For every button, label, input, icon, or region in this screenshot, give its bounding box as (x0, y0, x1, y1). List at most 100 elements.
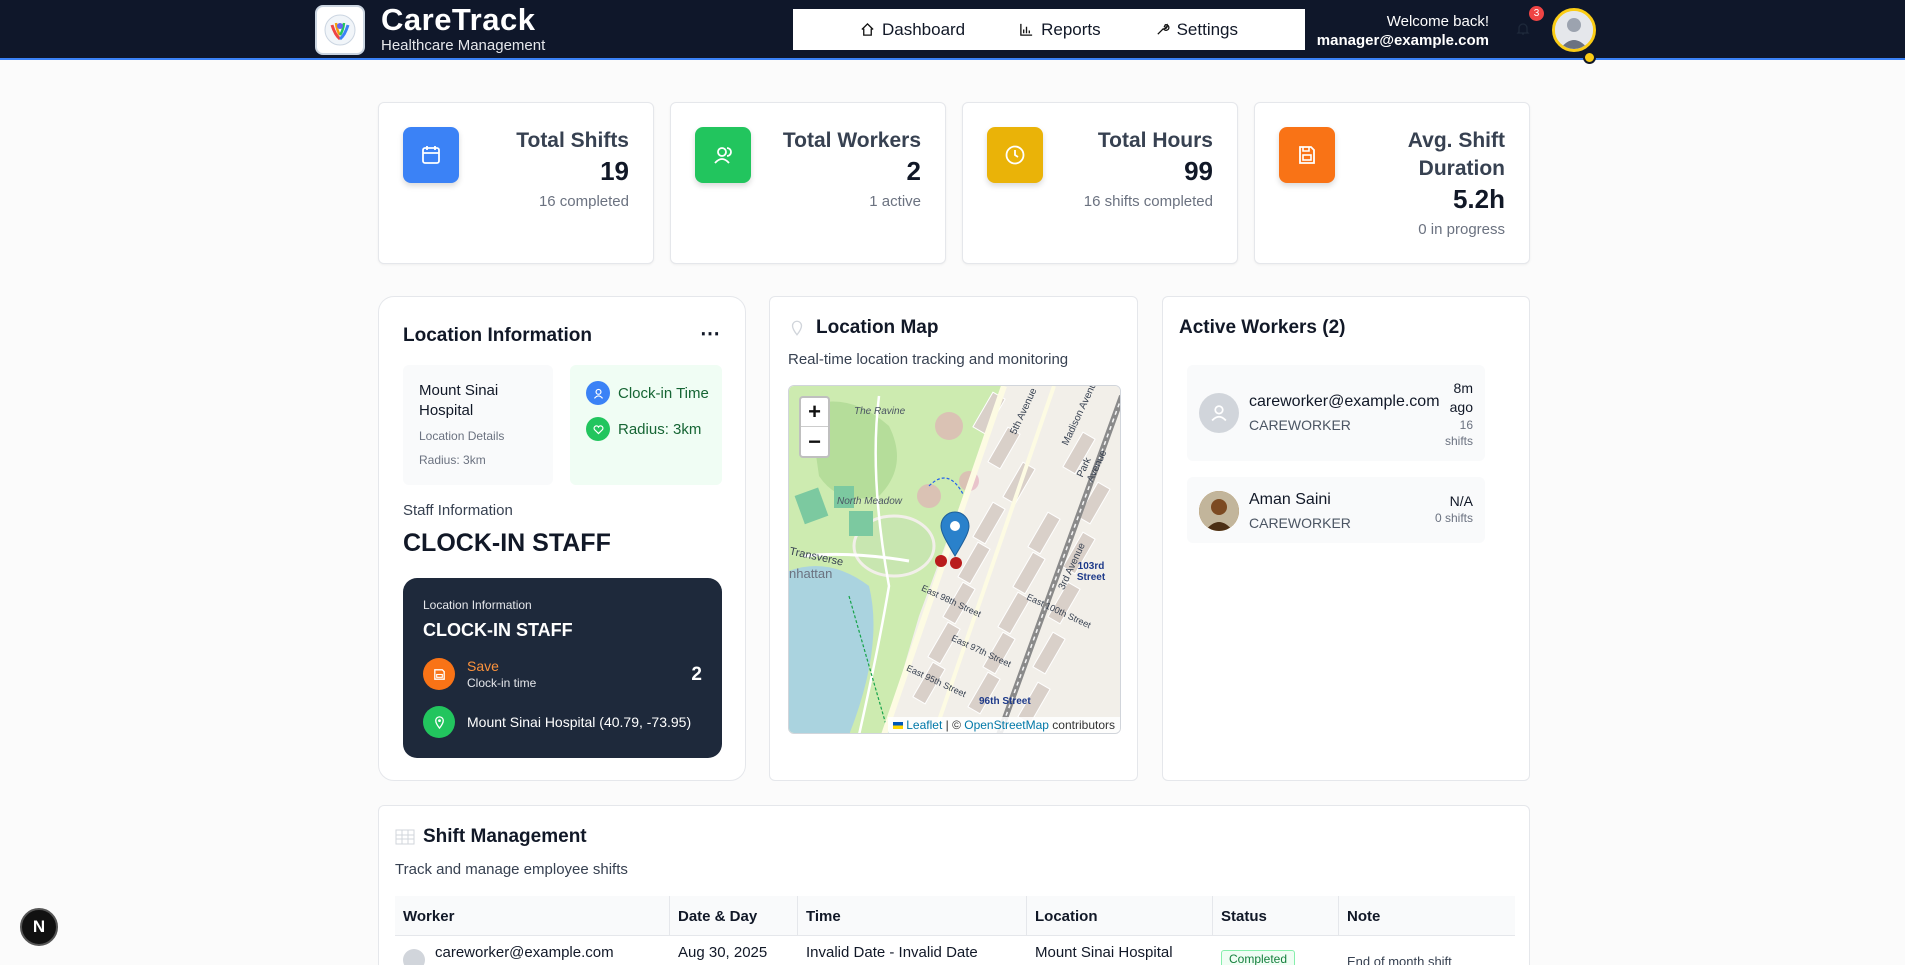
attrib-tail: contributors (1048, 718, 1115, 732)
clock-in-time-label: Clock-in Time (618, 384, 709, 402)
clock-in-tile: Clock-in Time Radius: 3km (570, 365, 722, 485)
leaflet-map[interactable]: The Ravine North Meadow Transverse nhatt… (788, 385, 1121, 734)
bell-icon[interactable] (1515, 21, 1531, 37)
workers-title: Active Workers (2) (1179, 317, 1346, 338)
map-pin-outline-icon (791, 320, 803, 336)
brand-title: CareTrack (381, 2, 536, 37)
nav-dashboard[interactable]: Dashboard (860, 20, 965, 40)
stat-value: 99 (1184, 156, 1213, 186)
caretrack-logo-icon (324, 14, 356, 46)
staff-title: CLOCK-IN STAFF (403, 529, 611, 557)
stat-sub: 1 active (869, 193, 921, 210)
stat-value: 19 (600, 156, 629, 186)
user-email: manager@example.com (1316, 32, 1489, 49)
save-icon (423, 658, 455, 690)
col-date[interactable]: Date & Day (670, 896, 798, 936)
worker-role: CAREWORKER (1249, 515, 1351, 531)
ukraine-flag-icon (893, 722, 904, 729)
main-nav: Dashboard Reports Settings (793, 9, 1305, 50)
map-zoom-control: + − (799, 396, 830, 458)
row-date: Aug 30, 2025 (678, 944, 768, 961)
stat-card-total-hours: Total Hours 99 16 shifts completed (962, 102, 1238, 264)
map-label-ravine: The Ravine (854, 406, 906, 417)
map-title: Location Map (816, 317, 939, 338)
nav-settings[interactable]: Settings (1155, 20, 1238, 40)
save-sub: Clock-in time (467, 676, 537, 690)
save-icon (1299, 146, 1315, 164)
users-icon-box (695, 127, 751, 183)
nav-dashboard-label: Dashboard (881, 19, 966, 39)
shift-management-panel: Shift Management Track and manage employ… (378, 805, 1530, 965)
stat-label: Total Hours (1097, 129, 1213, 152)
avatar-photo-icon (1555, 11, 1593, 49)
col-location[interactable]: Location (1027, 896, 1213, 936)
zoom-in-button[interactable]: + (801, 398, 828, 427)
row-worker: careworker@example.com (435, 944, 614, 961)
user-avatar[interactable] (1552, 8, 1596, 52)
dev-tools-button[interactable]: N (20, 908, 58, 946)
zoom-out-button[interactable]: − (801, 427, 828, 456)
location-radius: Radius: 3km (419, 453, 486, 467)
bar-chart-icon (1020, 23, 1033, 36)
status-indicator (1583, 51, 1596, 64)
map-label-96th: 96th Street (979, 696, 1031, 707)
user-avatar-icon (1199, 393, 1239, 433)
worker-item[interactable]: careworker@example.com CAREWORKER 8m ago… (1187, 365, 1485, 461)
worker-time-line2: ago (1449, 399, 1473, 415)
row-time: Invalid Date - Invalid Date (806, 944, 978, 961)
table-icon (395, 829, 415, 845)
shift-subtitle: Track and manage employee shifts (395, 861, 628, 878)
brand-subtitle: Healthcare Management (381, 37, 546, 54)
col-worker[interactable]: Worker (395, 896, 670, 936)
stat-sub: 0 in progress (1418, 221, 1505, 238)
stat-value: 5.2h (1452, 184, 1505, 214)
welcome-block: Welcome back! manager@example.com (1317, 12, 1489, 50)
map-attribution: Leaflet | © OpenStreetMap contributors (888, 717, 1120, 733)
calendar-icon (422, 146, 440, 164)
worker-shifts-line1: 16 (1459, 418, 1473, 432)
user-avatar-icon (403, 949, 425, 965)
stat-sub: 16 shifts completed (1083, 193, 1213, 210)
location-tile: Mount Sinai Hospital Location Details Ra… (403, 365, 553, 485)
map-subtitle: Real-time location tracking and monitori… (788, 351, 1069, 368)
staff-count: 2 (691, 664, 702, 685)
worker-name: careworker@example.com (1249, 393, 1440, 410)
staff-info-label: Staff Information (403, 502, 513, 519)
app-logo[interactable] (315, 5, 365, 55)
nav-settings-label: Settings (1176, 19, 1239, 39)
col-note[interactable]: Note (1339, 896, 1515, 936)
notification-badge: 3 (1529, 6, 1544, 21)
map-label-103rd: 103rd Street (1076, 561, 1106, 583)
worker-time-line1: 8m (1453, 380, 1473, 396)
radius-label: Radius: 3km (618, 420, 702, 438)
save-icon-box (1279, 127, 1335, 183)
location-details: Location Details (419, 429, 505, 443)
worker-item[interactable]: Aman Saini CAREWORKER N/A 0 shifts (1187, 477, 1485, 543)
card-title: CLOCK-IN STAFF (423, 620, 573, 640)
worker-name: Aman Saini (1249, 491, 1331, 508)
calendar-icon-box (403, 127, 459, 183)
stat-value: 2 (906, 156, 921, 186)
status-badge: Completed (1221, 950, 1296, 965)
location-info-panel: Location Information ⋯ Mount Sinai Hospi… (378, 296, 746, 781)
nav-reports[interactable]: Reports (1019, 20, 1101, 40)
col-time[interactable]: Time (798, 896, 1027, 936)
clock-in-card: Location Information CLOCK-IN STAFF Save… (403, 578, 722, 758)
col-status[interactable]: Status (1213, 896, 1339, 936)
row-note: End of month shift (1347, 954, 1452, 965)
clock-icon-box (987, 127, 1043, 183)
worker-shifts: 0 shifts (1434, 511, 1473, 525)
row-location: Mount Sinai Hospital (1035, 944, 1173, 961)
nav-reports-label: Reports (1041, 19, 1101, 39)
save-row[interactable]: Save Clock-in time (423, 658, 536, 690)
osm-link[interactable]: OpenStreetMap (964, 718, 1049, 732)
more-options-icon[interactable]: ⋯ (700, 321, 721, 346)
leaflet-link[interactable]: Leaflet (906, 718, 942, 732)
shift-table-header: Worker Date & Day Time Location Status N… (395, 896, 1515, 936)
map-label-manhattan: nhattan (789, 566, 833, 581)
location-info-title: Location Information (403, 325, 592, 346)
welcome-text: Welcome back! (1386, 13, 1489, 30)
card-location: Mount Sinai Hospital (40.79, -73.95) (467, 714, 692, 730)
worker-photo-avatar (1199, 491, 1239, 531)
map-pin-icon (423, 706, 455, 738)
